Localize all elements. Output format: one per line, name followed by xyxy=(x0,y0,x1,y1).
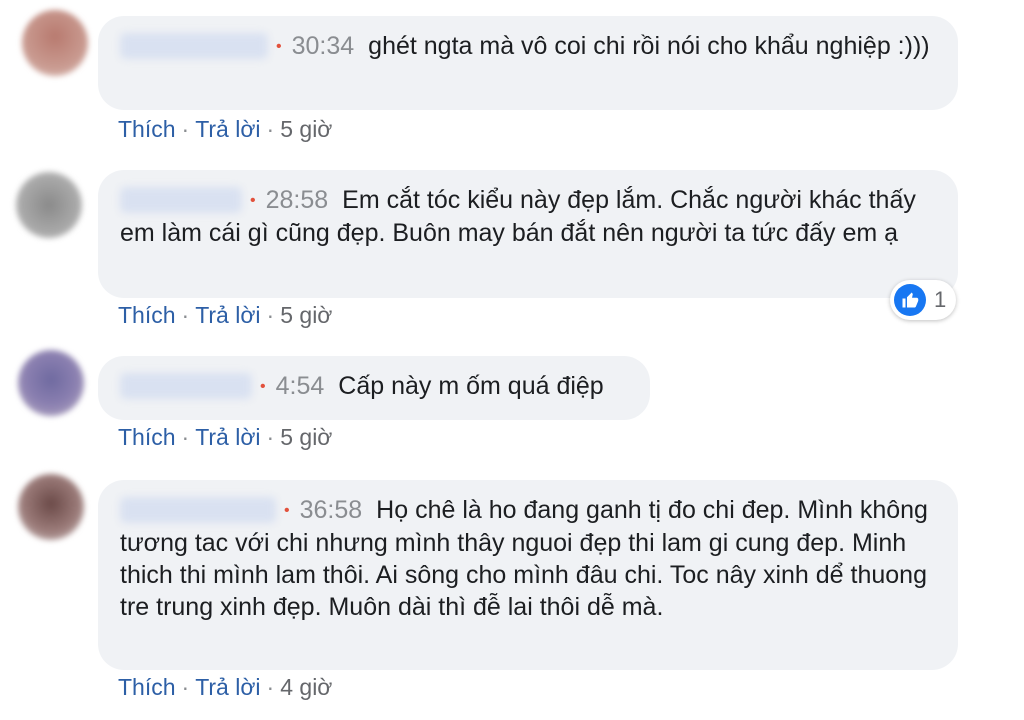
avatar[interactable] xyxy=(18,474,84,540)
reply-link[interactable]: Trả lời xyxy=(195,424,260,450)
comment-text: Cấp này m ốm quá điệp xyxy=(338,372,604,400)
comment-age[interactable]: 5 giờ xyxy=(280,424,332,450)
separator: · xyxy=(266,674,275,700)
author-name[interactable] xyxy=(120,497,276,523)
separator: · xyxy=(266,302,275,328)
reaction-count-value: 1 xyxy=(934,287,947,312)
like-link[interactable]: Thích xyxy=(118,302,176,328)
comment-timestamp[interactable]: 28:58 xyxy=(266,186,329,214)
comment-timestamp[interactable]: 4:54 xyxy=(276,372,325,400)
separator: · xyxy=(181,302,190,328)
separator: · xyxy=(266,424,275,450)
comment-actions: Thích · Trả lời · 5 giờ xyxy=(118,116,332,143)
reply-link[interactable]: Trả lời xyxy=(195,116,260,142)
comment-actions: Thích · Trả lời · 4 giờ xyxy=(118,674,332,701)
comment-actions: Thích · Trả lời · 5 giờ xyxy=(118,424,332,451)
separator: · xyxy=(181,674,190,700)
author-name[interactable] xyxy=(120,33,268,59)
avatar[interactable] xyxy=(18,350,84,416)
comment-age[interactable]: 5 giờ xyxy=(280,302,332,328)
avatar[interactable] xyxy=(16,172,82,238)
comment-bubble: • 30:34 ghét ngta mà vô coi chi rồi nói ch… xyxy=(98,16,958,110)
comment-age[interactable]: 4 giờ xyxy=(280,674,332,700)
comment-age[interactable]: 5 giờ xyxy=(280,116,332,142)
online-dot: • xyxy=(250,192,256,209)
comment-bubble: • 4:54 Cấp này m ốm quá điệp xyxy=(98,356,650,420)
online-dot: • xyxy=(276,38,282,55)
comment-bubble: • 36:58 Họ chê là ho đang ganh tị đo chi đ… xyxy=(98,480,958,670)
online-dot: • xyxy=(284,502,290,519)
separator: · xyxy=(266,116,275,142)
like-link[interactable]: Thích xyxy=(118,424,176,450)
comment-timestamp[interactable]: 30:34 xyxy=(292,32,355,60)
reaction-count[interactable]: 1 xyxy=(890,280,957,320)
reply-link[interactable]: Trả lời xyxy=(195,674,260,700)
avatar[interactable] xyxy=(22,10,88,76)
separator: · xyxy=(181,424,190,450)
comment-timestamp[interactable]: 36:58 xyxy=(300,496,363,524)
comment-bubble: • 28:58 Em cắt tóc kiểu này đẹp lắm. Chắc … xyxy=(98,170,958,298)
like-link[interactable]: Thích xyxy=(118,674,176,700)
comment-actions: Thích · Trả lời · 5 giờ xyxy=(118,302,332,329)
author-name[interactable] xyxy=(120,373,252,399)
like-icon xyxy=(894,284,926,316)
comment-text: ghét ngta mà vô coi chi rồi nói cho khẩu… xyxy=(368,32,930,60)
separator: · xyxy=(181,116,190,142)
author-name[interactable] xyxy=(120,187,242,213)
online-dot: • xyxy=(260,378,266,395)
reply-link[interactable]: Trả lời xyxy=(195,302,260,328)
like-link[interactable]: Thích xyxy=(118,116,176,142)
